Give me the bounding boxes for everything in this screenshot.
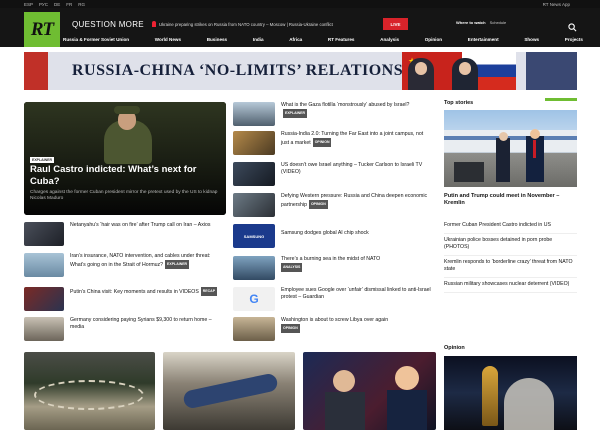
nav-russia[interactable]: Russia & Former Soviet Union <box>63 37 129 47</box>
list-item[interactable]: Defying Western pressure: Russia and Chi… <box>233 193 431 217</box>
top-utility-bar: ESP РУС DE FR RG RT News App <box>0 0 600 8</box>
top-story-headline[interactable]: Putin and Trump could meet in November –… <box>444 193 577 207</box>
hero-tag: EXPLAINER <box>30 157 55 163</box>
story-headline[interactable]: Germany considering paying Syrians $9,30… <box>70 317 225 341</box>
news-app-link[interactable]: RT News App <box>543 2 570 7</box>
top-story-photo[interactable] <box>444 110 577 187</box>
opinion-photo[interactable] <box>444 356 577 430</box>
nav-entertainment[interactable]: Entertainment <box>468 37 499 47</box>
story-image[interactable] <box>24 352 155 430</box>
story-headline[interactable]: There’s a burning sea in the midst of NA… <box>281 256 431 280</box>
nav-projects[interactable]: Projects <box>565 37 583 47</box>
live-button[interactable]: LIVE <box>383 18 408 30</box>
lang-de[interactable]: DE <box>54 2 60 7</box>
story-image[interactable] <box>163 352 295 430</box>
list-item[interactable]: What is the Gaza flotilla ‘monstrously’ … <box>233 102 431 126</box>
story-headline[interactable]: Samsung dodges global AI chip shock <box>281 224 431 248</box>
story-headline[interactable]: Iran’s insurance, NATO intervention, and… <box>70 253 225 277</box>
story-thumbnail <box>233 193 275 217</box>
top-story-item[interactable]: Kremlin responds to ‘borderline crazy’ t… <box>444 259 577 278</box>
top-stories-list: Former Cuban President Castro indicted i… <box>444 222 577 296</box>
ticker-text[interactable]: Ukraine preparing strikes on Russia from… <box>159 22 333 27</box>
story-thumbnail <box>24 317 64 341</box>
story-headline[interactable]: Employee sues Google over ‘unfair’ dismi… <box>281 287 431 311</box>
list-item[interactable]: US doesn’t owe Israel anything – Tucker … <box>233 162 431 186</box>
story-thumbnail <box>24 222 64 246</box>
lang-rus[interactable]: РУС <box>39 2 48 7</box>
story-thumbnail <box>233 162 275 186</box>
breaking-ticker[interactable]: Ukraine preparing strikes on Russia from… <box>152 20 344 28</box>
lang-rg[interactable]: RG <box>78 2 85 7</box>
nav-opinion[interactable]: Opinion <box>425 37 442 47</box>
pin-icon <box>152 21 156 27</box>
watch-links: Where to watch Schedule <box>456 20 506 25</box>
story-tag: OPINION <box>312 138 332 147</box>
story-tag: EXPLAINER <box>283 109 308 118</box>
slogan: QUESTION MORE <box>72 20 144 29</box>
story-headline[interactable]: US doesn’t owe Israel anything – Tucker … <box>281 162 431 186</box>
top-stories-heading: Top stories <box>444 100 474 106</box>
story-headline[interactable]: Washington is about to screw Libya over … <box>281 317 431 341</box>
nav-shows[interactable]: Shows <box>524 37 539 47</box>
nav-rt-features[interactable]: RT Features <box>328 37 355 47</box>
nav-business[interactable]: Business <box>207 37 227 47</box>
top-story-item[interactable]: Former Cuban President Castro indicted i… <box>444 222 577 234</box>
story-headline[interactable]: Putin’s China visit: Key moments and res… <box>70 287 225 311</box>
story-tag: EXPLAINER <box>165 260 190 269</box>
accent-bar <box>545 98 577 101</box>
story-tag: OPINION <box>308 200 328 209</box>
list-item[interactable]: There’s a burning sea in the midst of NA… <box>233 256 431 280</box>
banner-title: RUSSIA-CHINA ‘NO-LIMITS’ RELATIONSHIP <box>72 62 434 79</box>
list-item[interactable]: Germany considering paying Syrians $9,30… <box>24 317 225 341</box>
main-nav: Russia & Former Soviet Union World News … <box>63 37 583 47</box>
story-image[interactable] <box>303 352 436 430</box>
search-icon[interactable] <box>568 23 577 32</box>
list-item[interactable]: Putin’s China visit: Key moments and res… <box>24 287 225 311</box>
story-thumbnail <box>233 102 275 126</box>
story-thumbnail: SAMSUNG <box>233 224 275 248</box>
story-headline[interactable]: What is the Gaza flotilla ‘monstrously’ … <box>281 102 431 126</box>
opinion-heading: Opinion <box>444 345 465 351</box>
story-headline[interactable]: Defying Western pressure: Russia and Chi… <box>281 193 431 217</box>
nav-africa[interactable]: Africa <box>289 37 302 47</box>
feature-banner[interactable]: RUSSIA-CHINA ‘NO-LIMITS’ RELATIONSHIP ★ <box>24 52 577 90</box>
top-story-item[interactable]: Russian military showcases nuclear deter… <box>444 281 577 293</box>
list-item[interactable]: G Employee sues Google over ‘unfair’ dis… <box>233 287 431 311</box>
list-item[interactable]: SAMSUNG Samsung dodges global AI chip sh… <box>233 224 431 248</box>
story-tag: ANALYSIS <box>281 263 303 272</box>
rt-logo[interactable]: RT <box>24 12 60 47</box>
story-thumbnail <box>24 253 64 277</box>
story-headline[interactable]: Russia-India 2.0: Turning the Far East i… <box>281 131 431 155</box>
nav-india[interactable]: India <box>253 37 264 47</box>
top-story-item[interactable]: Ukrainian police bosses detained in porn… <box>444 237 577 256</box>
lang-esp[interactable]: ESP <box>24 2 33 7</box>
story-tag: OPINION <box>281 324 300 333</box>
hero-subtitle: Charges against the former Cuban preside… <box>30 190 218 201</box>
story-headline[interactable]: Netanyahu’s ‘hair was on fire’ after Tru… <box>70 222 225 246</box>
story-thumbnail: G <box>233 287 275 311</box>
nav-analysis[interactable]: Analysis <box>380 37 399 47</box>
list-item[interactable]: Russia-India 2.0: Turning the Far East i… <box>233 131 431 155</box>
story-thumbnail <box>24 287 64 311</box>
story-thumbnail <box>233 317 275 341</box>
where-to-watch-link[interactable]: Where to watch <box>456 20 486 25</box>
story-thumbnail <box>233 131 275 155</box>
nav-world-news[interactable]: World News <box>155 37 181 47</box>
story-thumbnail <box>233 256 275 280</box>
hero-story[interactable]: EXPLAINER Raul Castro indicted: What’s n… <box>24 102 226 215</box>
list-item[interactable]: Netanyahu’s ‘hair was on fire’ after Tru… <box>24 222 225 246</box>
hero-headline[interactable]: Raul Castro indicted: What’s next for Cu… <box>30 164 220 187</box>
list-item[interactable]: Iran’s insurance, NATO intervention, and… <box>24 253 225 277</box>
lang-fr[interactable]: FR <box>66 2 72 7</box>
story-tag: RECAP <box>200 287 218 296</box>
schedule-link[interactable]: Schedule <box>490 20 507 25</box>
list-item[interactable]: Washington is about to screw Libya over … <box>233 317 431 341</box>
